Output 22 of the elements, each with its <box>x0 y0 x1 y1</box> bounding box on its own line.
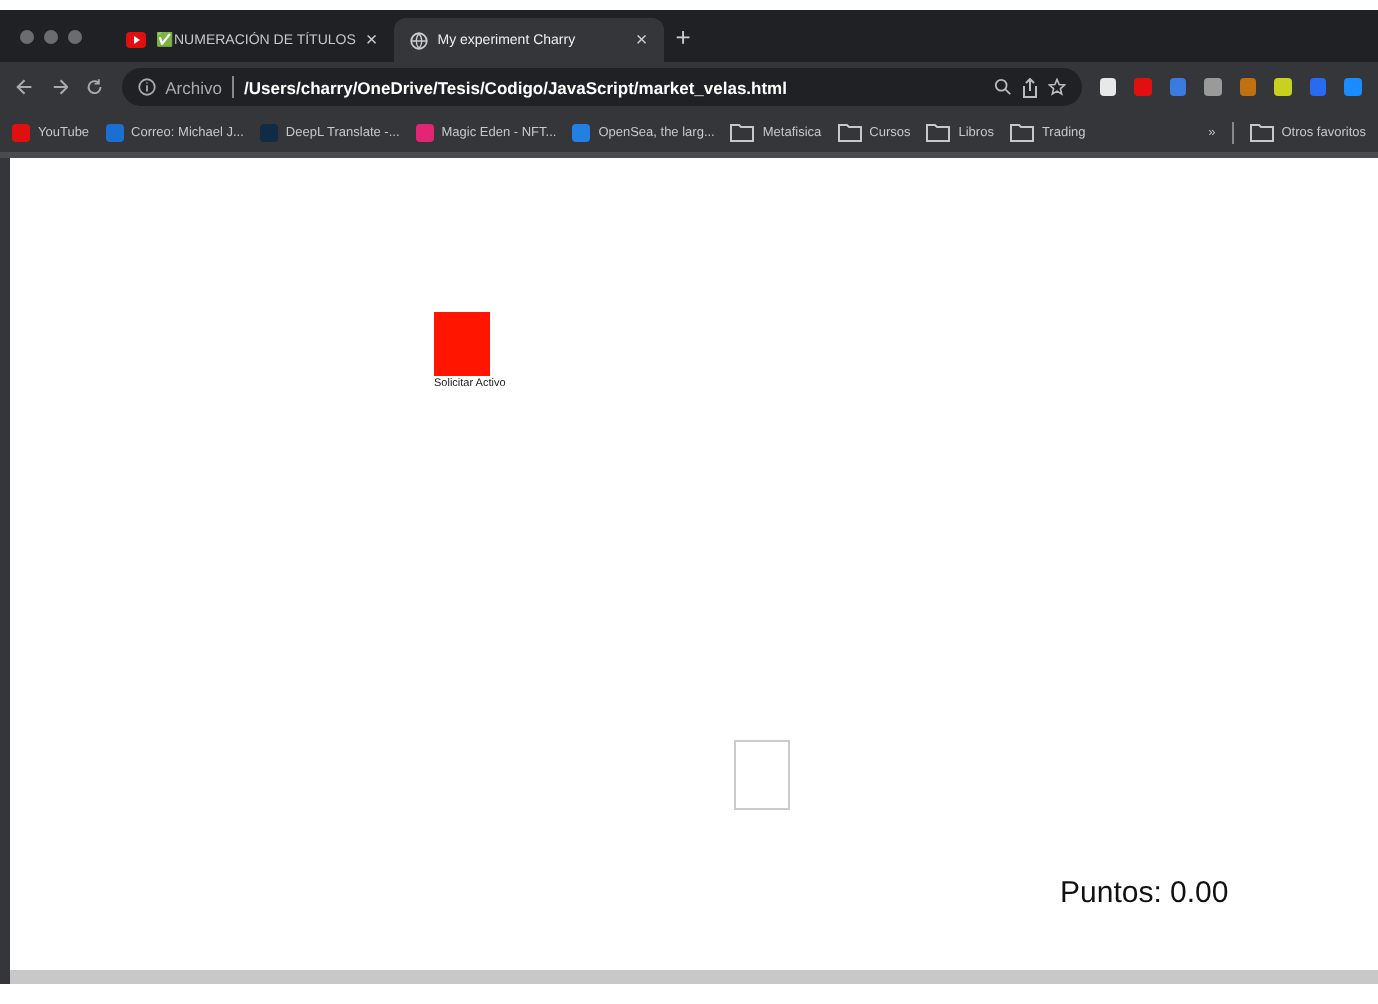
video-icon <box>126 32 146 48</box>
globe-icon <box>409 31 428 49</box>
folder-icon <box>926 122 951 142</box>
zoom-icon[interactable] <box>993 78 1012 96</box>
share-icon[interactable] <box>1021 77 1038 97</box>
address-bar[interactable]: Archivo /Users/charry/OneDrive/Tesis/Codigo/JavaScript/market_velas.html <box>121 68 1082 106</box>
reload-icon[interactable] <box>86 78 104 96</box>
info-icon <box>137 78 156 96</box>
folder-icon <box>730 122 755 142</box>
extension-icon[interactable] <box>1099 78 1117 96</box>
url-text: /Users/charry/OneDrive/Tesis/Codigo/JavaScript/market_velas.html <box>243 77 787 97</box>
folder-icon <box>837 122 862 142</box>
star-icon[interactable] <box>1047 78 1066 96</box>
folder-icon <box>1249 122 1274 142</box>
scheme-label: Archivo <box>165 77 222 97</box>
score-text: Puntos: 0.00 <box>1060 876 1229 910</box>
folder-icon <box>1009 122 1034 142</box>
forward-icon[interactable] <box>51 78 69 96</box>
back-icon[interactable] <box>16 78 34 96</box>
empty-box <box>734 740 790 810</box>
horizontal-scrollbar[interactable] <box>10 970 1378 984</box>
new-tab-button[interactable]: + <box>675 21 691 51</box>
